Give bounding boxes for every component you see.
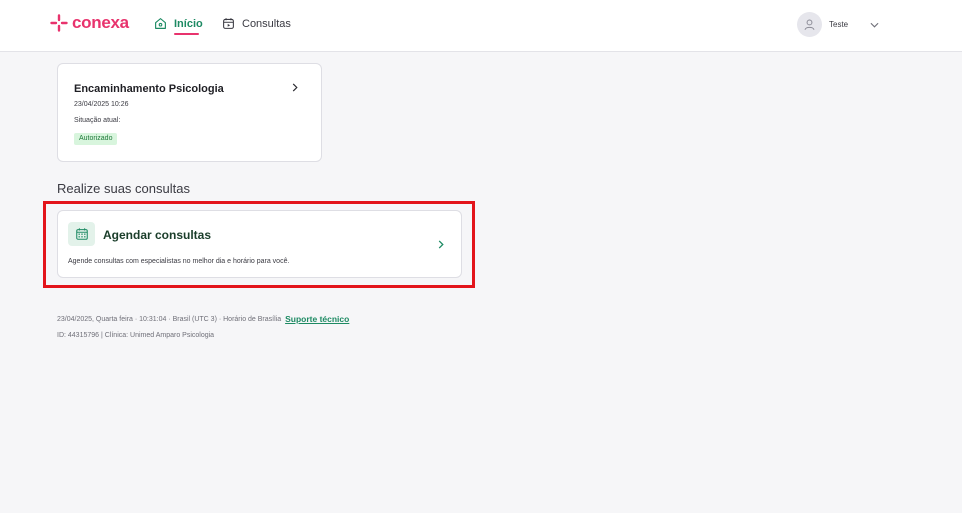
user-menu[interactable]: Teste — [797, 12, 879, 37]
logo-text: conexa — [72, 13, 129, 32]
agendar-title: Agendar consultas — [103, 228, 212, 242]
encaminhamento-card[interactable]: Encaminhamento Psicologia 23/04/2025 10:… — [57, 63, 322, 162]
nav-label-consultas: Consultas — [242, 17, 291, 30]
logo-mark-icon — [50, 14, 68, 32]
agendar-description: Agende consultas com especialistas no me… — [68, 258, 290, 265]
chevron-right-icon — [292, 83, 298, 92]
calendar-icon-container — [68, 222, 95, 246]
active-tab-indicator — [174, 32, 199, 35]
user-icon — [804, 19, 815, 30]
status-badge: Autorizado — [74, 133, 118, 145]
situation-label: Situação atual: — [74, 117, 121, 124]
calendar-icon — [75, 228, 88, 240]
support-link[interactable]: Suporte técnico — [285, 314, 349, 324]
home-icon — [155, 18, 166, 29]
section-title: Realize suas consultas — [57, 181, 190, 196]
calendar-play-icon — [223, 18, 234, 29]
chevron-down-icon — [870, 22, 879, 28]
top-navigation-bar: conexa Início Consultas Teste — [0, 0, 962, 52]
avatar — [797, 12, 822, 37]
footer-info: 23/04/2025, Quarta feira · 10:31:04 · Br… — [57, 314, 349, 324]
encaminhamento-title: Encaminhamento Psicologia — [74, 83, 224, 95]
nav-label-inicio: Início — [174, 17, 203, 35]
nav-item-inicio[interactable]: Início — [154, 17, 203, 35]
footer-clinic-id: ID: 44315796 | Clínica: Unimed Amparo Ps… — [57, 332, 215, 339]
conexa-logo[interactable]: conexa — [50, 13, 129, 33]
footer-datetime: 23/04/2025, Quarta feira · 10:31:04 · Br… — [57, 315, 282, 323]
encaminhamento-date: 23/04/2025 10:26 — [74, 101, 129, 108]
nav-item-consultas[interactable]: Consultas — [222, 17, 291, 30]
chevron-right-icon — [438, 240, 444, 249]
agendar-consultas-card[interactable]: Agendar consultas Agende consultas com e… — [57, 210, 462, 278]
user-name: Teste — [829, 20, 849, 29]
nav-inicio-text: Início — [174, 17, 203, 30]
